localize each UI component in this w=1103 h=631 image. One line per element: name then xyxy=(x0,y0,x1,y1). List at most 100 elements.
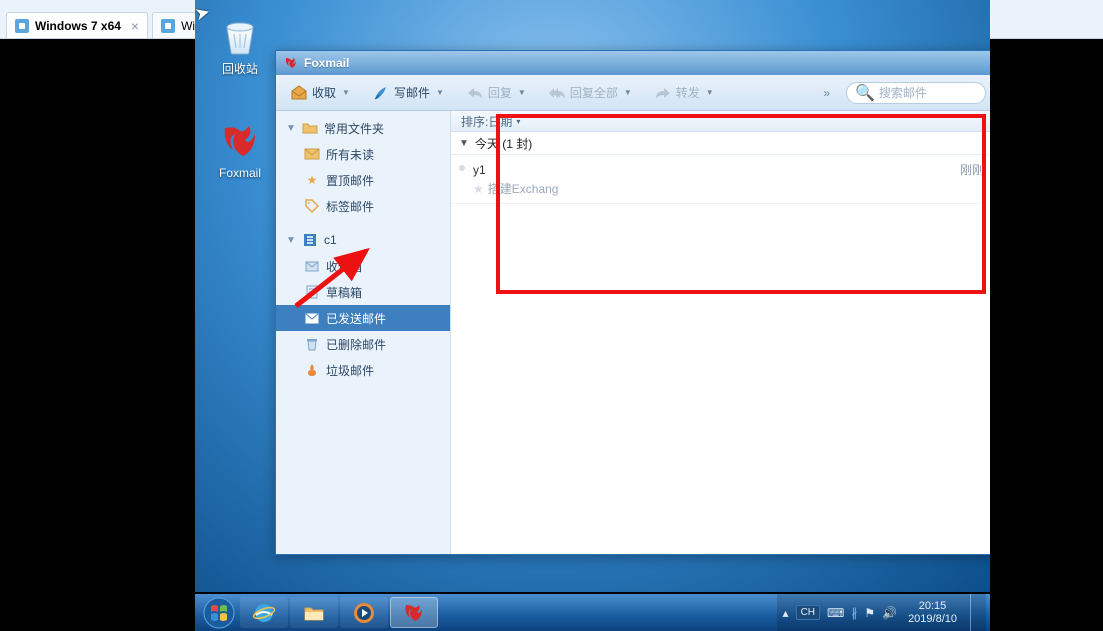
tree-common-folder[interactable]: ▼ 常用文件夹 xyxy=(276,115,450,141)
tree-deleted[interactable]: 已删除邮件 xyxy=(276,331,450,357)
folder-icon xyxy=(302,120,318,136)
reply-button[interactable]: 回复 ▼ xyxy=(460,81,532,105)
start-button[interactable] xyxy=(199,596,239,629)
close-icon[interactable]: × xyxy=(131,18,139,34)
clock-date: 2019/8/10 xyxy=(908,613,957,626)
reply-label: 回复 xyxy=(488,84,512,101)
vm-tab-label: Windows 7 x64 xyxy=(35,19,121,33)
chevron-down-icon[interactable]: ▼ xyxy=(286,235,296,246)
fire-icon xyxy=(304,362,320,378)
star-icon: ★ xyxy=(304,172,320,188)
recycle-bin-icon xyxy=(219,14,261,56)
foxmail-body: ▼ 常用文件夹 所有未读 ★ 置顶邮件 xyxy=(276,111,990,554)
chevron-down-icon[interactable]: ▾ xyxy=(516,117,520,126)
search-box[interactable]: 🔍 xyxy=(846,82,986,104)
tree-label: 标签邮件 xyxy=(326,198,374,215)
receive-label: 收取 xyxy=(312,84,336,101)
inbox-icon xyxy=(290,84,308,102)
sent-icon xyxy=(304,310,320,326)
exchange-icon xyxy=(302,232,318,248)
app-title: Foxmail xyxy=(304,56,349,70)
forward-label: 转发 xyxy=(676,84,700,101)
win7-taskbar: ▴ CH ⌨ ∦ ⚑ 🔊 20:15 2019/8/10 xyxy=(195,594,990,631)
chevron-down-icon[interactable]: ▼ xyxy=(624,88,632,97)
toolbar: 收取 ▼ 写邮件 ▼ 回复 ▼ 回复全部 xyxy=(276,75,990,111)
tree-sent[interactable]: 已发送邮件 xyxy=(276,305,450,331)
vm-tab-win7[interactable]: Windows 7 x64 × xyxy=(6,12,148,38)
chevron-down-icon[interactable]: ▼ xyxy=(518,88,526,97)
tree-account[interactable]: ▼ c1 xyxy=(276,227,450,253)
tree-label: c1 xyxy=(324,233,337,247)
trash-icon xyxy=(304,336,320,352)
tree-drafts[interactable]: 草稿箱 xyxy=(276,279,450,305)
feather-icon xyxy=(372,84,390,102)
recycle-bin[interactable]: 回收站 xyxy=(205,14,275,77)
tree-all-unread[interactable]: 所有未读 xyxy=(276,141,450,167)
tree-label: 常用文件夹 xyxy=(324,120,384,137)
titlebar[interactable]: Foxmail xyxy=(276,51,990,75)
taskbar-wmp[interactable] xyxy=(340,597,388,628)
tray-up-icon[interactable]: ▴ xyxy=(783,606,789,620)
win7-desktop[interactable]: ➤ c1@ljq.c 回收站 Foxmail Fo xyxy=(195,0,990,592)
vm-icon xyxy=(15,19,29,33)
tree-label: 垃圾邮件 xyxy=(326,362,374,379)
group-label: 今天 (1 封) xyxy=(475,135,532,152)
chevron-down-icon[interactable]: ▼ xyxy=(286,123,296,134)
inbox-icon xyxy=(304,258,320,274)
mail-list-pane: 排序:日期 ▾ ▼ 今天 (1 封) y1 刚刚 ★ 搭建Exchang xyxy=(451,111,990,554)
forward-icon xyxy=(654,84,672,102)
compose-button[interactable]: 写邮件 ▼ xyxy=(366,81,450,105)
language-indicator[interactable]: CH xyxy=(796,605,820,620)
foxmail-icon xyxy=(284,56,298,70)
mail-item[interactable]: y1 刚刚 ★ 搭建Exchang xyxy=(451,155,990,204)
mail-sender: y1 xyxy=(473,163,486,177)
chevron-down-icon: ▼ xyxy=(459,138,469,149)
reply-all-icon xyxy=(548,84,566,102)
keyboard-icon[interactable]: ⌨ xyxy=(827,606,844,620)
tree-pinned[interactable]: ★ 置顶邮件 xyxy=(276,167,450,193)
mail-subject: 搭建Exchang xyxy=(488,180,559,197)
taskbar-ie[interactable] xyxy=(240,597,288,628)
clock-time: 20:15 xyxy=(919,600,947,613)
tree-inbox[interactable]: 收件箱 xyxy=(276,253,450,279)
chevron-down-icon[interactable]: ▼ xyxy=(706,88,714,97)
folder-tree: ▼ 常用文件夹 所有未读 ★ 置顶邮件 xyxy=(276,111,451,554)
tray-clock[interactable]: 20:15 2019/8/10 xyxy=(904,600,961,625)
system-tray: ▴ CH ⌨ ∦ ⚑ 🔊 20:15 2019/8/10 xyxy=(777,594,986,631)
tree-label: 所有未读 xyxy=(326,146,374,163)
search-icon: 🔍 xyxy=(855,83,875,103)
group-today[interactable]: ▼ 今天 (1 封) xyxy=(451,132,990,155)
show-desktop-button[interactable] xyxy=(970,594,980,631)
reply-all-label: 回复全部 xyxy=(570,84,618,101)
overflow-icon[interactable]: » xyxy=(823,86,830,100)
tree-label: 已发送邮件 xyxy=(326,310,386,327)
foxmail-window: Foxmail 收取 ▼ 写邮件 ▼ 回复 xyxy=(275,50,990,555)
mail-icon xyxy=(304,146,320,162)
tree-junk[interactable]: 垃圾邮件 xyxy=(276,357,450,383)
tree-label: 置顶邮件 xyxy=(326,172,374,189)
read-dot-icon xyxy=(459,165,465,171)
forward-button[interactable]: 转发 ▼ xyxy=(648,81,720,105)
taskbar-foxmail[interactable] xyxy=(390,597,438,628)
chevron-down-icon[interactable]: ▼ xyxy=(436,88,444,97)
volume-icon[interactable]: 🔊 xyxy=(882,606,897,620)
reply-icon xyxy=(466,84,484,102)
bluetooth-icon[interactable]: ∦ xyxy=(851,606,857,620)
sort-header[interactable]: 排序:日期 ▾ xyxy=(451,111,990,132)
foxmail-label: Foxmail xyxy=(205,166,275,180)
chevron-down-icon[interactable]: ▼ xyxy=(342,88,350,97)
action-center-icon[interactable]: ⚑ xyxy=(864,606,875,620)
search-input[interactable] xyxy=(879,86,977,100)
mail-time: 刚刚 xyxy=(960,161,984,178)
tree-tags[interactable]: 标签邮件 xyxy=(276,193,450,219)
taskbar-explorer[interactable] xyxy=(290,597,338,628)
vm-icon xyxy=(161,19,175,33)
foxmail-shortcut[interactable]: Foxmail xyxy=(205,120,275,180)
tree-label: 已删除邮件 xyxy=(326,336,386,353)
receive-button[interactable]: 收取 ▼ xyxy=(284,81,356,105)
sort-label: 排序:日期 xyxy=(461,113,512,130)
draft-icon xyxy=(304,284,320,300)
reply-all-button[interactable]: 回复全部 ▼ xyxy=(542,81,638,105)
star-icon[interactable]: ★ xyxy=(473,182,484,196)
compose-label: 写邮件 xyxy=(394,84,430,101)
